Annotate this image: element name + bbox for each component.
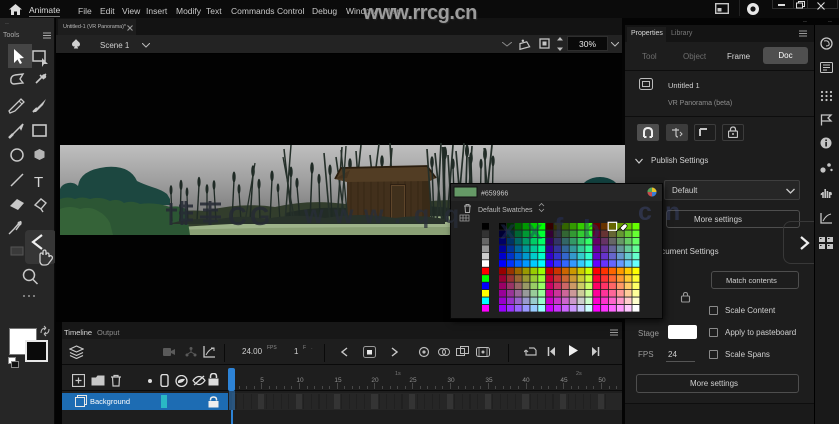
svg-text:C: C — [228, 201, 247, 231]
svg-text:x: x — [527, 214, 543, 245]
svg-text:w: w — [333, 201, 354, 229]
svg-text:w: w — [363, 201, 384, 229]
svg-text:q: q — [414, 201, 429, 229]
svg-text:b: b — [583, 214, 600, 245]
svg-text:T: T — [34, 174, 43, 191]
svg-text:f: f — [554, 212, 564, 243]
svg-text:G: G — [250, 201, 270, 231]
svg-text:.: . — [394, 201, 401, 229]
svg-text:q: q — [444, 201, 459, 229]
svg-text:w: w — [303, 201, 324, 229]
svg-text:x: x — [500, 214, 516, 245]
